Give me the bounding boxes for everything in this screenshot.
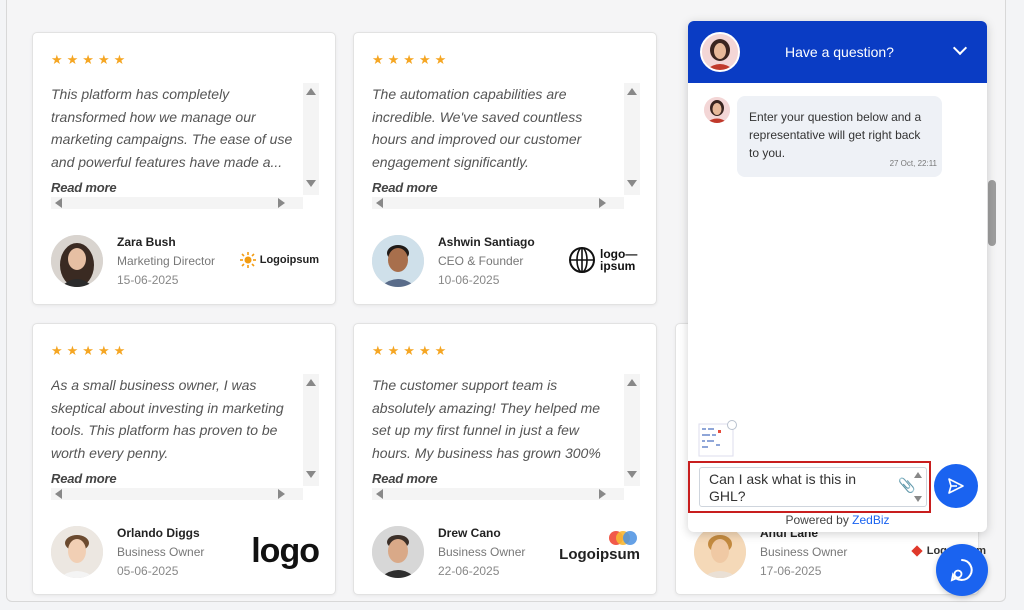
powered-by-brand[interactable]: ZedBiz (852, 513, 889, 527)
horizontal-scrollbar[interactable] (51, 197, 303, 209)
quote-scroll-area[interactable]: This platform has completely transformed… (51, 83, 319, 209)
review-date: 15-06-2025 (117, 273, 179, 287)
message-input[interactable]: Can I ask what is this in GHL? 📎 (699, 467, 927, 507)
review-date: 17-06-2025 (760, 564, 822, 578)
testimonial-card: ★★★★★ This platform has completely trans… (32, 32, 336, 305)
read-more-link[interactable]: Read more (51, 471, 117, 486)
reviewer-name: Drew Cano (438, 526, 501, 540)
company-logo: logo (251, 532, 320, 570)
review-date: 10-06-2025 (438, 273, 500, 287)
chat-header[interactable]: Have a question? (688, 21, 987, 83)
rating-stars: ★★★★★ (51, 53, 130, 68)
quote-scroll-area[interactable]: As a small business owner, I was skeptic… (51, 374, 319, 500)
scroll-down-arrow-icon[interactable] (627, 180, 637, 187)
scroll-left-arrow-icon[interactable] (376, 489, 383, 499)
review-date: 22-06-2025 (438, 564, 500, 578)
horizontal-scrollbar[interactable] (372, 197, 624, 209)
company-logo: Logoipsum (239, 247, 319, 273)
scroll-right-arrow-icon[interactable] (599, 198, 606, 208)
input-scroll-down-icon[interactable] (914, 496, 922, 502)
testimonial-quote: The automation capabilities are incredib… (372, 86, 583, 170)
scroll-right-arrow-icon[interactable] (278, 489, 285, 499)
globe-logo-icon (569, 247, 595, 273)
agent-avatar (700, 32, 740, 72)
reviewer-name: Zara Bush (117, 235, 176, 249)
message-timestamp: 27 Oct, 22:11 (889, 159, 937, 168)
vertical-scrollbar[interactable] (624, 83, 640, 195)
scroll-right-arrow-icon[interactable] (599, 489, 606, 499)
paperclip-icon[interactable]: 📎 (898, 478, 915, 494)
circles-logo-icon (609, 531, 637, 545)
send-button[interactable] (934, 464, 978, 508)
chat-bubble-icon (950, 559, 973, 582)
rating-stars: ★★★★★ (372, 53, 451, 68)
read-more-link[interactable]: Read more (372, 180, 438, 195)
message-input-highlight: Can I ask what is this in GHL? 📎 (688, 461, 931, 513)
quote-scroll-area[interactable]: The automation capabilities are incredib… (372, 83, 640, 209)
reviewer-name: Orlando Diggs (117, 526, 200, 540)
send-icon (948, 478, 964, 494)
testimonial-quote: This platform has completely transformed… (51, 86, 293, 170)
read-more-link[interactable]: Read more (372, 471, 438, 486)
reviewer-role: Marketing Director (117, 254, 216, 268)
vertical-scrollbar[interactable] (624, 374, 640, 486)
company-logo: logo—ipsum (568, 247, 640, 273)
rating-stars: ★★★★★ (372, 344, 451, 359)
avatar (51, 235, 103, 287)
reviewer-role: Business Owner (117, 545, 205, 559)
testimonial-quote: As a small business owner, I was skeptic… (51, 377, 284, 461)
chat-title: Have a question? (785, 44, 894, 60)
scroll-down-arrow-icon[interactable] (306, 471, 316, 478)
chat-launcher-button[interactable] (936, 544, 988, 596)
scroll-up-arrow-icon[interactable] (627, 379, 637, 386)
avatar (372, 526, 424, 578)
diamond-logo-icon (911, 545, 923, 557)
agent-message-text: Enter your question below and a represen… (749, 110, 922, 160)
horizontal-scrollbar[interactable] (372, 488, 624, 500)
testimonial-quote: The customer support team is absolutely … (372, 377, 601, 470)
company-logo: Logoipsum (559, 530, 640, 570)
sun-logo-icon (239, 252, 256, 268)
review-date: 05-06-2025 (117, 564, 179, 578)
read-more-link[interactable]: Read more (51, 180, 117, 195)
input-scroll-up-icon[interactable] (914, 472, 922, 478)
agent-message-bubble: Enter your question below and a represen… (737, 96, 942, 177)
vertical-scrollbar[interactable] (303, 374, 319, 486)
scroll-up-arrow-icon[interactable] (306, 379, 316, 386)
agent-message-avatar (704, 97, 730, 123)
avatar (372, 235, 424, 287)
chat-widget: Have a question? Enter your question bel… (688, 21, 987, 532)
vertical-scrollbar[interactable] (303, 83, 319, 195)
testimonial-card: ★★★★★ As a small business owner, I was s… (32, 323, 336, 595)
scroll-up-arrow-icon[interactable] (306, 88, 316, 95)
message-input-text[interactable]: Can I ask what is this in GHL? (709, 471, 894, 505)
powered-by: Powered by ZedBiz (785, 513, 890, 527)
testimonial-card: ★★★★★ The customer support team is absol… (353, 323, 657, 595)
avatar (694, 526, 746, 578)
attachment-thumbnail[interactable] (698, 420, 738, 458)
scroll-right-arrow-icon[interactable] (278, 198, 285, 208)
testimonial-card: ★★★★★ The automation capabilities are in… (353, 32, 657, 305)
reviewer-name: Ashwin Santiago (438, 235, 535, 249)
reviewer-role: Business Owner (438, 545, 526, 559)
quote-scroll-area[interactable]: The customer support team is absolutely … (372, 374, 640, 500)
reviewer-role: Business Owner (760, 545, 848, 559)
page-scrollbar[interactable] (987, 0, 997, 601)
horizontal-scrollbar[interactable] (51, 488, 303, 500)
rating-stars: ★★★★★ (51, 344, 130, 359)
scrollbar-thumb[interactable] (988, 180, 996, 246)
scroll-up-arrow-icon[interactable] (627, 88, 637, 95)
scroll-down-arrow-icon[interactable] (627, 471, 637, 478)
avatar (51, 526, 103, 578)
scroll-left-arrow-icon[interactable] (55, 198, 62, 208)
scroll-left-arrow-icon[interactable] (376, 198, 383, 208)
scroll-left-arrow-icon[interactable] (55, 489, 62, 499)
scroll-down-arrow-icon[interactable] (306, 180, 316, 187)
chevron-down-icon[interactable] (952, 40, 968, 56)
reviewer-role: CEO & Founder (438, 254, 524, 268)
